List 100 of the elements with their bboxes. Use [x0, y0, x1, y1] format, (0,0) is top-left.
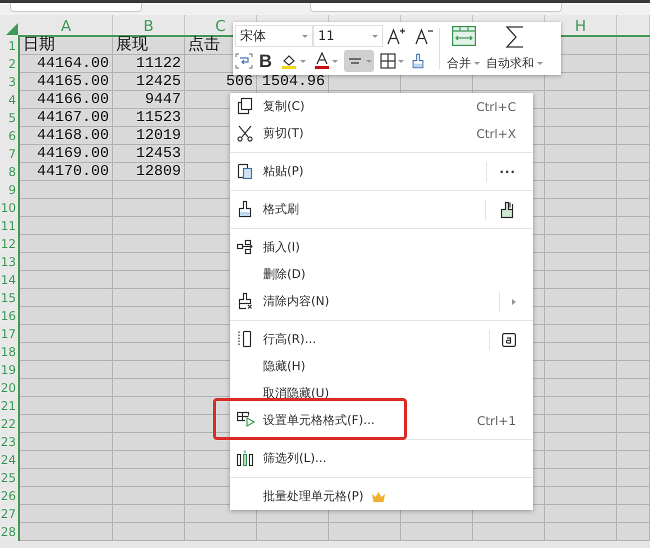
row-number[interactable]: 20 [0, 381, 16, 395]
column-header[interactable]: H [574, 17, 586, 35]
row-number[interactable]: 1 [8, 39, 16, 53]
row-number[interactable]: 12 [0, 237, 16, 251]
row-number[interactable]: 5 [8, 111, 16, 125]
increase-font-icon[interactable] [387, 27, 405, 45]
font-color-icon [314, 52, 330, 70]
row-number[interactable]: 2 [8, 57, 16, 71]
row-number[interactable]: 22 [0, 417, 16, 431]
table-cell [545, 505, 617, 523]
merge-button[interactable]: 合并 [444, 22, 483, 75]
font-size-dropdown[interactable]: 11 [313, 25, 383, 47]
menu-item[interactable]: 粘贴(P) ··· [230, 158, 533, 185]
text-box-icon[interactable] [502, 332, 516, 346]
bold-button[interactable]: B [257, 50, 274, 72]
row-number[interactable]: 11 [0, 219, 16, 233]
table-cell [617, 217, 650, 235]
menu-item[interactable]: 取消隐藏(U) [230, 380, 533, 407]
table-cell [545, 415, 617, 433]
copy-icon [236, 97, 254, 115]
decrease-font-icon[interactable] [415, 27, 433, 45]
row-number[interactable]: 14 [0, 273, 16, 287]
row-number[interactable]: 19 [0, 363, 16, 377]
shortcut-text: Ctrl+C [476, 100, 516, 114]
table-cell: 44164.00 [20, 55, 113, 73]
column-header[interactable]: B [143, 17, 154, 35]
table-cell [617, 307, 650, 325]
menu-item[interactable]: 删除(D) [230, 261, 533, 288]
column-header[interactable]: C [215, 17, 226, 35]
row-number[interactable]: 6 [8, 129, 16, 143]
table-cell: 12019 [113, 127, 185, 145]
submenu-arrow-icon [512, 298, 516, 304]
table-cell [545, 325, 617, 343]
more-button[interactable]: ··· [499, 164, 516, 178]
menu-item[interactable]: 格式刷 [230, 196, 533, 223]
table-cell: 12453 [113, 145, 185, 163]
row-number[interactable]: 7 [8, 147, 16, 161]
input-field[interactable] [310, 3, 562, 12]
brush-icon[interactable] [498, 200, 516, 218]
menu-item[interactable]: 清除内容(N) [230, 288, 533, 315]
table-cell [617, 73, 650, 91]
table-cell [617, 433, 650, 451]
table-cell [617, 127, 650, 145]
scissors-icon [236, 124, 254, 142]
table-cell: 44168.00 [20, 127, 113, 145]
table-cell [545, 451, 617, 469]
row-number[interactable]: 23 [0, 435, 16, 449]
font-name-dropdown[interactable]: 宋体 [235, 25, 313, 47]
row-number[interactable]: 8 [8, 165, 16, 179]
row-number[interactable]: 15 [0, 291, 16, 305]
table-cell [545, 163, 617, 181]
row-number[interactable]: 21 [0, 399, 16, 413]
menu-item[interactable]: 行高(R)... [230, 326, 533, 353]
align-button[interactable] [344, 50, 374, 72]
table-cell [617, 271, 650, 289]
row-number[interactable]: 16 [0, 309, 16, 323]
menu-item[interactable]: 批量处理单元格(P) [230, 483, 533, 510]
row-number[interactable]: 17 [0, 327, 16, 341]
row-number[interactable]: 10 [0, 201, 16, 215]
sigma-icon [504, 26, 524, 48]
menu-item[interactable]: 插入(I) [230, 234, 533, 261]
table-cell: 日期 [20, 37, 113, 55]
menu-item[interactable]: 复制(C) Ctrl+C [230, 93, 533, 120]
table-cell [545, 361, 617, 379]
row-number[interactable]: 24 [0, 453, 16, 467]
row-number[interactable]: 3 [8, 75, 16, 89]
menu-item[interactable]: 设置单元格格式(F)... Ctrl+1 [230, 407, 533, 434]
menu-item[interactable]: 剪切(T) Ctrl+X [230, 120, 533, 147]
table-cell [545, 433, 617, 451]
row-number[interactable]: 27 [0, 507, 16, 521]
column-header[interactable]: A [60, 17, 72, 35]
row-number[interactable]: 4 [8, 93, 16, 107]
table-cell [617, 505, 650, 523]
row-number[interactable]: 18 [0, 345, 16, 359]
input-field[interactable] [10, 3, 142, 12]
table-cell [617, 397, 650, 415]
clipboard-icon [236, 162, 254, 180]
autosum-button[interactable]: 自动求和 [483, 22, 546, 75]
row-number[interactable]: 28 [0, 525, 16, 539]
table-cell [617, 343, 650, 361]
merge-cells-icon [452, 26, 476, 46]
font-color-button[interactable] [312, 50, 340, 72]
table-cell [617, 469, 650, 487]
table-cell [329, 523, 401, 541]
table-cell [545, 145, 617, 163]
insert-cells-icon [236, 238, 254, 256]
row-number[interactable]: 13 [0, 255, 16, 269]
table-cell [257, 523, 329, 541]
row-number[interactable]: 9 [8, 183, 16, 197]
wrap-text-icon[interactable] [235, 53, 253, 69]
table-cell [545, 271, 617, 289]
table-cell: 11122 [113, 55, 185, 73]
table-cell [545, 289, 617, 307]
table-cell: 44165.00 [20, 73, 113, 91]
menu-item[interactable]: 隐藏(H) [230, 353, 533, 380]
menu-item[interactable]: 筛选列(L)... [230, 445, 533, 472]
select-all-icon[interactable] [6, 23, 18, 35]
row-number[interactable]: 26 [0, 489, 16, 503]
table-cell [617, 379, 650, 397]
row-number[interactable]: 25 [0, 471, 16, 485]
